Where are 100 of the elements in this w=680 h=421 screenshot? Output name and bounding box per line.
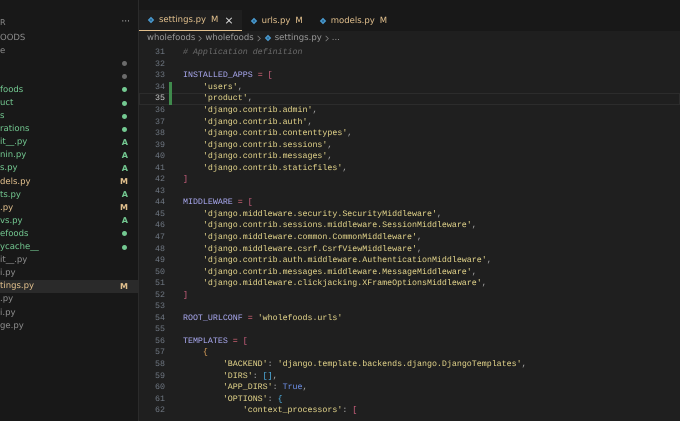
file-tree-item[interactable]: efoods bbox=[0, 227, 138, 240]
close-tab-button[interactable]: × bbox=[224, 14, 234, 26]
file-tree-item[interactable]: nin.py A bbox=[0, 148, 138, 162]
file-tree-item[interactable]: .py M bbox=[0, 201, 138, 214]
git-status-letter: M bbox=[120, 282, 128, 291]
line-number: 59 bbox=[154, 372, 165, 381]
line-number: 55 bbox=[154, 325, 165, 334]
code-line: 'django.contrib.auth', bbox=[202, 118, 312, 127]
line-number: 54 bbox=[154, 314, 165, 323]
code-line: # Application definition bbox=[183, 48, 302, 58]
code-line: 'django.contrib.auth.middleware.AuthenticationMiddleware', bbox=[202, 256, 492, 266]
line-number: 51 bbox=[154, 279, 165, 288]
git-status-letter: A bbox=[122, 190, 128, 200]
git-status-letter: M bbox=[120, 203, 128, 212]
git-status-letter: A bbox=[122, 150, 128, 160]
line-number: 58 bbox=[154, 360, 165, 370]
code-line: { bbox=[202, 348, 208, 358]
file-tree-item[interactable]: e bbox=[0, 44, 138, 58]
line-number: 46 bbox=[154, 221, 165, 230]
line-number: 38 bbox=[154, 129, 165, 138]
file-tree-item[interactable]: i.py bbox=[0, 266, 138, 280]
code-line: 'django.contrib.sessions', bbox=[202, 140, 332, 150]
line-number: 48 bbox=[154, 244, 165, 254]
python-file-icon bbox=[264, 34, 272, 42]
code-line: 'django.contrib.staticfiles', bbox=[202, 164, 348, 173]
line-number: 43 bbox=[154, 186, 165, 196]
line-number: 35 bbox=[154, 94, 165, 104]
file-tree-item[interactable]: ge.py bbox=[0, 319, 138, 332]
code-line: 'BACKEND': 'django.template.backends.django.DjangoTemplates', bbox=[222, 360, 527, 370]
line-number: 33 bbox=[154, 71, 165, 80]
code-line: 'product', bbox=[202, 94, 253, 104]
editor-tab[interactable]: settings.py M × bbox=[139, 10, 242, 31]
code-line: INSTALLED_APPS = [ bbox=[183, 71, 273, 80]
git-status-letter: A bbox=[122, 164, 128, 173]
line-number: 34 bbox=[154, 82, 165, 92]
file-tree-item[interactable]: rations bbox=[0, 122, 138, 136]
line-number: 53 bbox=[154, 302, 165, 312]
code-line: 'django.contrib.contenttypes', bbox=[202, 129, 352, 138]
editor-tab[interactable]: urls.py M bbox=[242, 10, 311, 31]
code-line: 'DIRS': [], bbox=[222, 372, 278, 381]
line-number: 52 bbox=[154, 290, 165, 300]
file-tree-item[interactable]: ycache__ bbox=[0, 240, 138, 254]
file-tree-item[interactable]: .py bbox=[0, 292, 138, 306]
file-tree-item[interactable]: ts.py A bbox=[0, 188, 138, 202]
code-line: 'django.middleware.common.CommonMiddleware', bbox=[202, 233, 422, 242]
line-number: 49 bbox=[154, 256, 165, 266]
file-tree-item[interactable]: it__.py bbox=[0, 254, 138, 267]
chevron-right-icon bbox=[324, 34, 329, 42]
code-line: ] bbox=[183, 290, 188, 300]
python-file-icon bbox=[318, 16, 327, 24]
file-tree-item[interactable]: vs.py A bbox=[0, 214, 138, 228]
git-status-letter: A bbox=[122, 138, 128, 147]
file-tree-item[interactable]: dels.py M bbox=[0, 175, 138, 188]
line-number: 47 bbox=[154, 233, 165, 242]
file-tree-item[interactable]: tings.py M bbox=[0, 280, 138, 293]
breadcrumb-item[interactable]: wholefoods bbox=[205, 33, 254, 43]
line-number: 32 bbox=[154, 60, 165, 69]
line-number: 44 bbox=[154, 198, 165, 208]
explorer-title: R bbox=[0, 18, 6, 26]
editor-tab[interactable]: models.py M bbox=[310, 10, 396, 31]
file-tree-item[interactable]: OODS bbox=[0, 31, 138, 44]
line-number: 50 bbox=[154, 268, 165, 277]
line-number: 56 bbox=[154, 336, 165, 346]
breadcrumb-item[interactable]: settings.py bbox=[274, 33, 322, 43]
line-number: 31 bbox=[154, 48, 165, 58]
line-number: 40 bbox=[154, 152, 165, 162]
code-line: 'django.middleware.security.SecurityMiddleware', bbox=[202, 210, 442, 219]
breadcrumb-item[interactable]: ... bbox=[332, 33, 340, 43]
code-line: TEMPLATES = [ bbox=[183, 336, 248, 346]
code-line: 'django.contrib.messages.middleware.MessageMiddleware', bbox=[202, 268, 477, 277]
breadcrumb-item[interactable]: wholefoods bbox=[147, 33, 196, 43]
more-actions-button[interactable]: ··· bbox=[121, 17, 130, 27]
file-tree-item[interactable]: s.py A bbox=[0, 162, 138, 176]
code-line: ROOT_URLCONF = 'wholefoods.urls' bbox=[183, 314, 342, 323]
chevron-right-icon bbox=[256, 34, 261, 42]
line-number: 41 bbox=[154, 164, 165, 173]
git-status-letter: M bbox=[120, 177, 128, 186]
line-number: 39 bbox=[154, 140, 165, 150]
line-number: 45 bbox=[154, 210, 165, 219]
file-tree-item[interactable]: i.py bbox=[0, 306, 138, 320]
line-number: 36 bbox=[154, 106, 165, 115]
file-tree-item[interactable]: it__.py A bbox=[0, 136, 138, 149]
file-tree-item[interactable]: s bbox=[0, 110, 138, 123]
code-line: 'django.contrib.admin', bbox=[202, 106, 318, 115]
line-number: 61 bbox=[154, 394, 165, 404]
chevron-right-icon bbox=[198, 34, 202, 42]
file-tree-item[interactable]: uct bbox=[0, 96, 138, 110]
python-file-icon bbox=[250, 16, 258, 24]
line-number: 42 bbox=[154, 175, 165, 184]
line-number: 57 bbox=[154, 348, 165, 358]
code-line: 'django.contrib.messages', bbox=[202, 152, 332, 162]
code-line: MIDDLEWARE = [ bbox=[183, 198, 253, 208]
code-line: 'django.middleware.clickjacking.XFrameOptionsMiddleware', bbox=[202, 279, 487, 288]
file-tree-item[interactable]: foods bbox=[0, 83, 138, 96]
code-line: 'django.contrib.sessions.middleware.SessionMiddleware', bbox=[202, 221, 477, 230]
code-line: 'context_processors': [ bbox=[242, 406, 358, 416]
code-line: 'users', bbox=[202, 82, 243, 92]
python-file-icon bbox=[147, 16, 155, 24]
line-number: 62 bbox=[154, 406, 165, 416]
git-status-letter: A bbox=[122, 216, 128, 226]
